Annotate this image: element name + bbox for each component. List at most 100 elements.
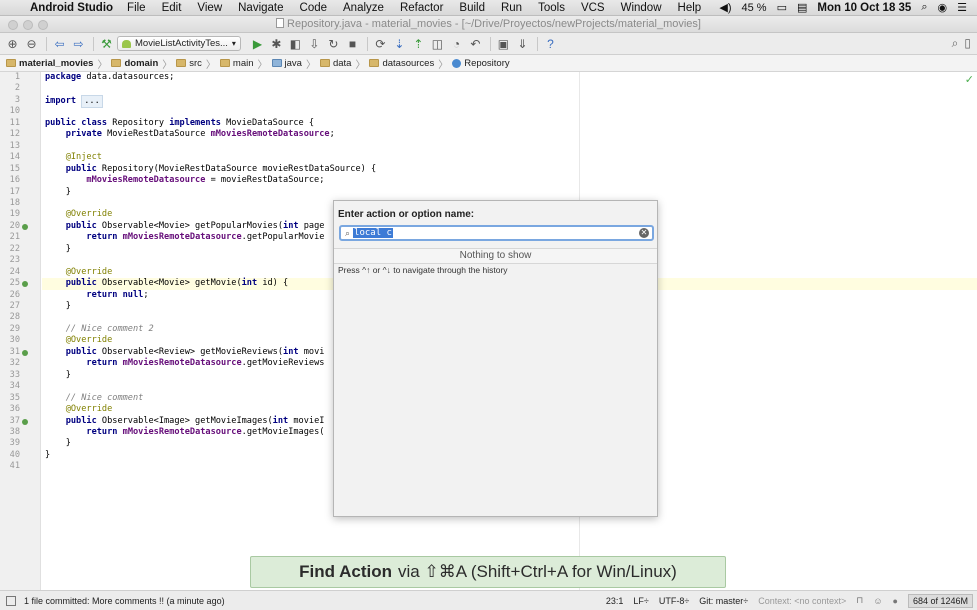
toolbar-right-tools: ⌕ ▯	[952, 36, 977, 51]
override-gutter-icon[interactable]	[22, 418, 28, 425]
code-line: 14 @Inject	[9, 152, 102, 163]
menu-help[interactable]: Help	[678, 2, 702, 14]
stop-icon[interactable]: ■	[344, 35, 361, 52]
caret-position[interactable]: 23:1	[606, 596, 624, 606]
vcs-compare-icon[interactable]: ◫	[429, 35, 446, 52]
vcs-history-icon[interactable]: ◔	[448, 35, 465, 52]
lock-icon[interactable]: ⊓	[856, 595, 863, 606]
folder-icon	[6, 59, 16, 67]
android-icon	[122, 39, 131, 48]
attach-debugger-icon[interactable]: ⇩	[306, 35, 323, 52]
menu-refactor[interactable]: Refactor	[400, 2, 443, 14]
toolbar-divider	[46, 36, 47, 51]
clock[interactable]: Mon 10 Oct 18 35	[817, 2, 911, 14]
chevron-down-icon: ▾	[231, 39, 236, 48]
status-message[interactable]: 1 file committed: More comments !! (a mi…	[24, 596, 225, 606]
tool-window-toggle-icon[interactable]	[6, 595, 16, 606]
folder-icon	[176, 59, 187, 67]
toolbar-divider	[366, 36, 368, 51]
notification-center-icon[interactable]: ☰	[957, 1, 967, 14]
battery-icon[interactable]: ▭	[777, 1, 787, 14]
help-question-icon[interactable]: ?	[542, 35, 559, 52]
menu-code[interactable]: Code	[300, 2, 328, 14]
vcs-update-icon[interactable]: ⇣	[391, 35, 408, 52]
user-avatar-icon[interactable]: ◉	[938, 1, 948, 14]
find-action-query[interactable]: local c	[353, 228, 393, 238]
run-play-icon[interactable]: ▶	[249, 35, 266, 52]
git-branch-widget[interactable]: Git: master÷	[699, 596, 748, 606]
back-arrow-icon[interactable]: ⇦	[51, 35, 68, 52]
forward-arrow-icon[interactable]: ⇨	[70, 35, 87, 52]
breadcrumb-data[interactable]: data	[319, 58, 351, 69]
inspector-icon[interactable]: ☺	[873, 596, 882, 606]
sdk-manager-icon[interactable]: ⇓	[514, 35, 531, 52]
memory-indicator[interactable]: 684 of 1246M	[907, 593, 973, 608]
encoding-widget[interactable]: UTF-8÷	[659, 596, 689, 606]
chevron-right-icon: 〉	[162, 59, 173, 71]
menu-view[interactable]: View	[197, 2, 222, 14]
project-structure-icon[interactable]: ▣	[495, 35, 512, 52]
vcs-commit-icon[interactable]: ⇡	[410, 35, 427, 52]
override-gutter-icon[interactable]	[22, 349, 28, 356]
menu-window[interactable]: Window	[621, 2, 662, 14]
breadcrumb-datasources[interactable]: datasources	[369, 58, 434, 69]
window-title-bar: Repository.java - material_movies - [~/D…	[0, 16, 977, 33]
override-gutter-icon[interactable]	[22, 281, 28, 288]
chevron-right-icon: 〉	[305, 59, 316, 71]
battery-percent[interactable]: 45 %	[741, 2, 766, 14]
search-everywhere-icon[interactable]: ⌕	[952, 36, 959, 51]
apply-changes-icon[interactable]: ↻	[325, 35, 342, 52]
toolbar-divider	[489, 36, 491, 51]
vcs-revert-icon[interactable]: ↶	[467, 35, 484, 52]
folder-icon	[219, 59, 230, 67]
class-icon	[452, 58, 462, 68]
layout-icon[interactable]: ▯	[964, 36, 971, 51]
menu-vcs[interactable]: VCS	[581, 2, 605, 14]
find-action-search-input[interactable]: ⌕ local c ✕	[339, 225, 654, 241]
context-widget[interactable]: Context: <no context>	[758, 596, 846, 606]
menu-navigate[interactable]: Navigate	[238, 2, 283, 14]
run-configuration-dropdown[interactable]: MovieListActivityTes... ▾	[117, 36, 241, 51]
breadcrumb-material-movies[interactable]: material_movies	[6, 58, 93, 69]
menu-tools[interactable]: Tools	[538, 2, 565, 14]
debug-bug-icon[interactable]: ✱	[268, 35, 285, 52]
breadcrumb-src[interactable]: src	[176, 58, 202, 69]
window-zoom-button[interactable]	[38, 20, 48, 30]
package-icon	[369, 59, 380, 67]
line-separator-widget[interactable]: LF÷	[633, 596, 648, 606]
zoom-out-icon[interactable]: ⊖	[23, 35, 40, 52]
breadcrumb-repository[interactable]: Repository	[452, 58, 510, 69]
menu-build[interactable]: Build	[459, 2, 485, 14]
code-line: 11 public class Repository implements Mov…	[9, 117, 315, 128]
menu-analyze[interactable]: Analyze	[343, 2, 384, 14]
app-menu[interactable]: Android Studio	[30, 2, 113, 14]
folder-icon	[111, 59, 122, 67]
chevron-right-icon: 〉	[438, 59, 449, 71]
menu-run[interactable]: Run	[501, 2, 522, 14]
breadcrumb-main[interactable]: main	[219, 58, 254, 69]
event-log-icon[interactable]: ●	[893, 596, 898, 606]
breadcrumb-java[interactable]: java	[271, 58, 302, 69]
toolbar-divider	[536, 36, 538, 51]
zoom-in-icon[interactable]: ⊕	[4, 35, 21, 52]
find-action-tip-banner: Find Action via ⇧⌘A (Shift+Ctrl+A for Wi…	[250, 556, 726, 588]
run-configuration-label: MovieListActivityTes...	[135, 38, 228, 49]
menu-file[interactable]: File	[127, 2, 146, 14]
code-line: 17 }	[9, 186, 71, 197]
menu-edit[interactable]: Edit	[162, 2, 182, 14]
clear-icon[interactable]: ✕	[639, 228, 649, 238]
spotlight-search-icon[interactable]: ⌕	[921, 1, 927, 14]
window-minimize-button[interactable]	[23, 20, 33, 30]
run-with-coverage-icon[interactable]: ◧	[287, 35, 304, 52]
menubar-status-area: ◀) 45 % ▭ ▤ Mon 10 Oct 18 35 ⌕ ◉ ☰	[719, 1, 977, 14]
code-line: 13	[9, 140, 20, 151]
code-line: 1 package data.datasources;	[14, 72, 175, 82]
speaker-icon[interactable]: ◀)	[719, 1, 731, 14]
window-close-button[interactable]	[8, 20, 18, 30]
make-project-hammer-icon[interactable]: ⚒	[98, 35, 115, 52]
override-gutter-icon[interactable]	[22, 223, 28, 230]
sync-gradle-icon[interactable]: ⟳	[372, 35, 389, 52]
breadcrumb-domain[interactable]: domain	[111, 58, 158, 69]
flag-icon[interactable]: ▤	[797, 1, 807, 14]
source-folder-icon	[271, 59, 282, 67]
